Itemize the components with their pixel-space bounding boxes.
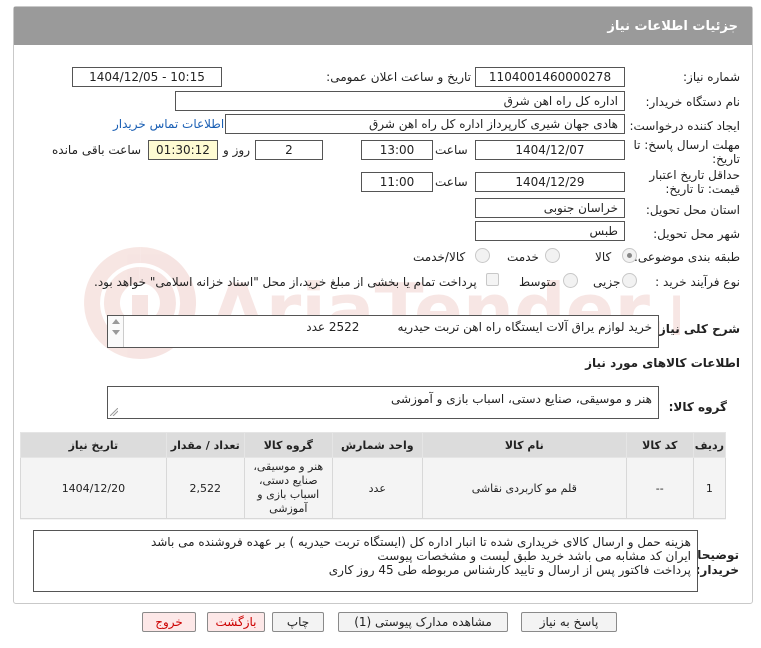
cell-qty: 2,522 <box>165 457 245 519</box>
reply-button[interactable]: پاسخ به نیاز <box>521 612 617 632</box>
goods-section-title: اطلاعات کالاهای مورد نیاز <box>585 356 740 370</box>
category-option-both: کالا/خدمت <box>413 250 466 264</box>
cell-date: 1404/12/20 <box>20 457 167 519</box>
buyer-org-field: اداره کل راه اهن شرق <box>175 91 625 111</box>
remaining-time-field: 01:30:12 <box>148 140 218 160</box>
validity-time-field: 11:00 <box>361 172 433 192</box>
need-number-field: 1104001460000278 <box>475 67 625 87</box>
category-radio-goods[interactable] <box>622 248 637 263</box>
col-name: نام کالا <box>421 432 627 458</box>
print-button[interactable]: چاپ <box>272 612 324 632</box>
description-text: خرید لوازم یراق آلات ایستگاه راه اهن ترب… <box>306 320 652 334</box>
validity-date-field: 1404/12/29 <box>475 172 625 192</box>
process-label: نوع فرآیند خرید : <box>655 275 740 289</box>
goods-group-text: هنر و موسیقی، صنایع دستی، اسباب بازی و آ… <box>391 392 652 406</box>
col-code: کد کالا <box>625 432 694 458</box>
items-table: ردیف کد کالا نام کالا واحد شمارش گروه کا… <box>20 432 727 519</box>
cell-unit: عدد <box>331 457 423 519</box>
scroll-down-icon[interactable] <box>112 330 120 335</box>
cell-index: 1 <box>692 457 727 519</box>
requester-label: ایجاد کننده درخواست: <box>629 119 740 133</box>
process-option-minor: جزیی <box>593 275 621 289</box>
announce-field: 1404/12/05 - 10:15 <box>72 67 222 87</box>
goods-group-label: گروه کالا: <box>668 400 727 414</box>
reply-time-field: 13:00 <box>361 140 433 160</box>
treasury-text: پرداخت تمام یا بخشی از مبلغ خرید،از محل … <box>94 275 477 289</box>
notes-label-2: خریدار: <box>695 563 739 577</box>
col-index: ردیف <box>692 432 727 458</box>
buyer-org-label: نام دستگاه خریدار: <box>645 95 741 109</box>
cell-name: قلم مو کاربردی نقاشی <box>421 457 627 519</box>
province-field: خراسان جنوبی <box>475 198 625 218</box>
resize-grip-icon[interactable] <box>110 408 118 416</box>
reply-time-label: ساعت <box>435 143 468 157</box>
province-label: استان محل تحویل: <box>645 203 740 217</box>
need-number-label: شماره نیاز: <box>683 70 740 84</box>
col-unit: واحد شمارش <box>331 432 423 458</box>
days-remaining-field: 2 <box>255 140 323 160</box>
category-radio-service[interactable] <box>545 248 560 263</box>
category-radio-both[interactable] <box>475 248 490 263</box>
validity-label: حداقل تاریخ اعتبار <box>649 168 740 182</box>
notes-line-1: هزینه حمل و ارسال کالای خریداری شده تا ا… <box>150 535 691 549</box>
reply-date-field: 1404/12/07 <box>475 140 625 160</box>
goods-group-field: هنر و موسیقی، صنایع دستی، اسباب بازی و آ… <box>107 386 659 419</box>
city-label: شهر محل تحویل: <box>653 227 740 241</box>
description-scrollbar[interactable] <box>108 316 124 347</box>
announce-label: تاریخ و ساعت اعلان عمومی: <box>326 70 471 84</box>
category-option-service: خدمت <box>507 250 539 264</box>
back-button[interactable]: بازگشت <box>207 612 265 632</box>
exit-button[interactable]: خروج <box>142 612 196 632</box>
validity-time-label: ساعت <box>435 175 468 189</box>
treasury-checkbox[interactable] <box>486 273 499 286</box>
cell-code: -- <box>625 457 694 519</box>
process-radio-minor[interactable] <box>622 273 637 288</box>
notes-line-2: ایران کد مشابه می باشد خرید طبق لیست و م… <box>377 549 691 563</box>
validity-label-2: قیمت: تا تاریخ: <box>665 182 740 196</box>
description-textarea[interactable]: خرید لوازم یراق آلات ایستگاه راه اهن ترب… <box>107 315 659 348</box>
buyer-contact-link[interactable]: اطلاعات تماس خریدار <box>113 117 224 131</box>
col-qty: تعداد / مقدار <box>165 432 245 458</box>
panel-header: جزئیات اطلاعات نیاز <box>14 7 752 45</box>
process-radio-medium[interactable] <box>563 273 578 288</box>
description-label: شرح کلی نیاز: <box>654 322 740 336</box>
col-group: گروه کالا <box>243 432 333 458</box>
days-label: روز و <box>223 143 250 157</box>
table-row[interactable]: 1 -- قلم مو کاربردی نقاشی عدد هنر و موسی… <box>20 457 727 519</box>
requester-field: هادی جهان شیری کارپرداز اداره کل راه اهن… <box>225 114 625 134</box>
items-table-header: ردیف کد کالا نام کالا واحد شمارش گروه کا… <box>20 432 727 458</box>
reply-deadline-label-2: تاریخ: <box>712 152 740 166</box>
process-option-medium: متوسط <box>519 275 557 289</box>
scroll-up-icon[interactable] <box>112 319 120 324</box>
notes-box: هزینه حمل و ارسال کالای خریداری شده تا ا… <box>33 530 698 592</box>
category-label: طبقه بندی موضوعی: <box>633 250 740 264</box>
category-option-goods: کالا <box>595 250 612 264</box>
cell-group: هنر و موسیقی، صنایع دستی، اسباب بازی و آ… <box>243 457 333 519</box>
city-field: طبس <box>475 221 625 241</box>
reply-deadline-label: مهلت ارسال پاسخ: تا <box>633 138 740 152</box>
notes-line-3: پرداخت فاکتور پس از ارسال و تایید کارشنا… <box>328 563 691 577</box>
remaining-time-label: ساعت باقی مانده <box>52 143 142 157</box>
attachments-button[interactable]: مشاهده مدارک پیوستی (1) <box>338 612 508 632</box>
col-date: تاریخ نیاز <box>20 432 167 458</box>
